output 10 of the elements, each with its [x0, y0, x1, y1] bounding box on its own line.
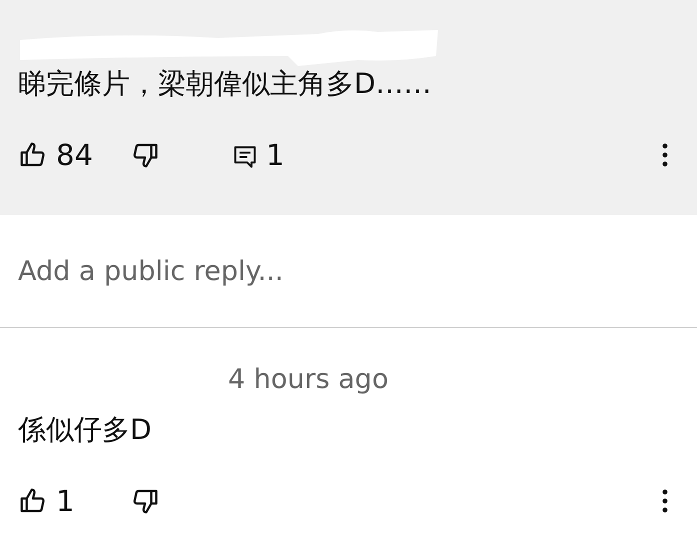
reply-text: 係似仔多D [18, 412, 153, 448]
comment-timestamp: 4 hours ago [228, 364, 388, 395]
replies-button[interactable]: 1 [232, 138, 284, 172]
comment-text: 睇完條片，梁朝偉似主角多D…… [18, 66, 433, 102]
more-options-icon[interactable] [661, 142, 669, 168]
more-options-icon[interactable] [661, 488, 669, 514]
like-button[interactable]: 84 [18, 138, 130, 172]
like-button[interactable]: 1 [18, 484, 130, 518]
comment-icon [232, 144, 258, 170]
reply-input-field[interactable]: Add a public reply... [18, 256, 679, 286]
